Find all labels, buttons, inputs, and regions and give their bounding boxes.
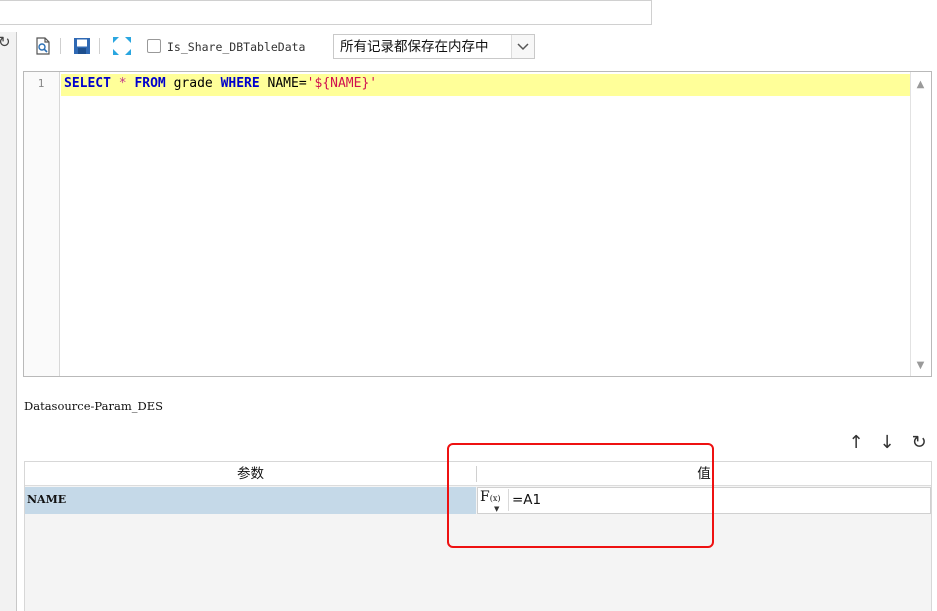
- line-number-gutter: [24, 72, 60, 376]
- save-icon[interactable]: [72, 36, 92, 56]
- sql-keyword-from: FROM: [134, 76, 166, 91]
- expand-icon[interactable]: [112, 36, 132, 56]
- sql-keyword-where: WHERE: [220, 76, 260, 91]
- sql-parameter-string: '${NAME}': [306, 76, 378, 91]
- sql-code-line[interactable]: SELECT * FROM grade WHERE NAME='${NAME}': [64, 74, 377, 94]
- parameter-name-cell: NAME: [27, 493, 67, 506]
- scroll-up-icon[interactable]: ▲: [912, 78, 929, 92]
- sql-table-name: grade: [165, 76, 221, 91]
- line-number: 1: [37, 77, 45, 90]
- column-header-parameter[interactable]: 参数: [25, 462, 476, 486]
- preview-icon[interactable]: [33, 36, 53, 56]
- datasource-label: Datasource-Param_DES: [24, 399, 163, 413]
- sql-keyword-select: SELECT: [64, 76, 111, 91]
- sql-editor[interactable]: [23, 71, 932, 377]
- share-dbtabledata-checkbox[interactable]: [147, 39, 161, 53]
- toolbar-separator: [99, 38, 100, 54]
- table-row[interactable]: [25, 487, 476, 514]
- left-panel-edge: [0, 32, 17, 611]
- share-dbtabledata-label: Is_Share_DBTableData: [167, 40, 306, 54]
- editor-vertical-scrollbar[interactable]: [910, 72, 931, 376]
- arrow-down-icon[interactable]: ↓: [877, 432, 897, 454]
- toolbar-separator: [60, 38, 61, 54]
- storage-mode-selected-text: 所有记录都保存在内存中: [340, 39, 489, 55]
- dataset-name-input[interactable]: [0, 0, 652, 25]
- refresh-icon[interactable]: ↻: [909, 432, 929, 454]
- scroll-down-icon[interactable]: ▼: [912, 359, 929, 373]
- sql-star: *: [110, 76, 135, 91]
- chevron-down-icon[interactable]: [511, 35, 534, 58]
- sql-condition: NAME=: [259, 76, 307, 91]
- highlight-annotation-box: [447, 443, 714, 548]
- arrow-up-icon[interactable]: ↑: [846, 432, 866, 454]
- refresh-icon[interactable]: ↻: [0, 33, 12, 51]
